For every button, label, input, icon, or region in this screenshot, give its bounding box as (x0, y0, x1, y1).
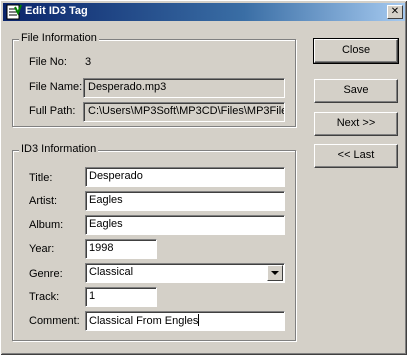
close-icon: ✕ (390, 6, 400, 17)
file-name-field: Desperado.mp3 (83, 78, 285, 98)
album-value: Eagles (89, 218, 123, 230)
text-caret (198, 314, 200, 326)
track-input[interactable]: 1 (85, 287, 157, 307)
genre-value: Classical (89, 266, 134, 278)
year-value: 1998 (89, 242, 114, 254)
title-input[interactable]: Desperado (85, 167, 285, 187)
full-path-value: C:\Users\MP3Soft\MP3CD\Files\MP3Files (88, 105, 285, 117)
window-title: Edit ID3 Tag (25, 5, 88, 17)
artist-input[interactable]: Eagles (85, 191, 285, 211)
id3-information-title: ID3 Information (19, 143, 99, 155)
track-value: 1 (89, 290, 96, 302)
artist-value: Eagles (89, 194, 123, 206)
year-label: Year: (29, 243, 55, 255)
close-button-label: Close (341, 44, 371, 56)
genre-label: Genre: (29, 268, 63, 280)
genre-select[interactable]: Classical (85, 263, 285, 283)
file-information-title: File Information (19, 32, 99, 44)
genre-dropdown-button[interactable] (267, 265, 283, 281)
artist-label: Artist: (29, 195, 58, 207)
save-button[interactable]: Save (314, 79, 398, 103)
year-input[interactable]: 1998 (85, 239, 157, 259)
file-name-value: Desperado.mp3 (88, 81, 167, 93)
comment-input[interactable]: Classical From Engles (85, 311, 285, 331)
checklist-icon (6, 4, 22, 20)
title-bar[interactable]: Edit ID3 Tag ✕ (3, 3, 405, 21)
album-label: Album: (29, 219, 64, 231)
file-name-label: File Name: (29, 81, 83, 93)
comment-label: Comment: (29, 315, 80, 327)
save-button-label: Save (343, 84, 369, 96)
file-no-label: File No: (29, 56, 67, 68)
last-button[interactable]: << Last (314, 144, 398, 168)
title-label: Title: (29, 172, 53, 184)
edit-id3-dialog: Edit ID3 Tag ✕ File Information File No:… (0, 0, 408, 356)
title-value: Desperado (89, 170, 143, 182)
comment-value: Classical From Engles (89, 315, 199, 327)
chevron-down-icon (271, 271, 279, 275)
full-path-field: C:\Users\MP3Soft\MP3CD\Files\MP3Files (83, 102, 285, 122)
file-no-value: 3 (85, 56, 92, 68)
track-label: Track: (29, 291, 60, 303)
next-button[interactable]: Next >> (314, 112, 398, 136)
last-button-label: << Last (337, 149, 375, 161)
full-path-label: Full Path: (29, 105, 76, 117)
album-input[interactable]: Eagles (85, 215, 285, 235)
close-button[interactable]: Close (313, 38, 399, 64)
close-window-button[interactable]: ✕ (387, 5, 403, 19)
next-button-label: Next >> (336, 117, 376, 129)
